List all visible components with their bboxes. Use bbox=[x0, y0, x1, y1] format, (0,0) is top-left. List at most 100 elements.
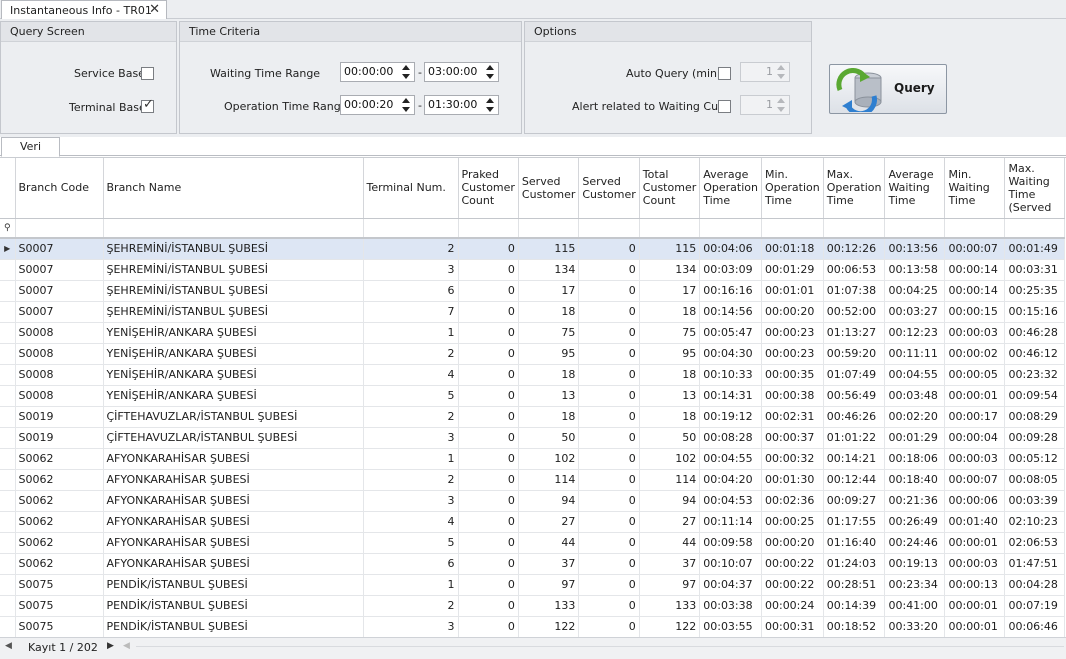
table-cell[interactable]: 37 bbox=[518, 553, 580, 575]
table-row[interactable]: S0075 PENDİK/İSTANBUL ŞUBESİ 2 0 133 0 133 00:0… bbox=[0, 595, 1066, 617]
table-cell[interactable]: 00:00:07 bbox=[944, 238, 1006, 260]
table-row[interactable]: S0062 AFYONKARAHİSAR ŞUBESİ 5 0 44 0 44 00:09:5… bbox=[0, 532, 1066, 554]
table-cell[interactable]: 00:04:28 bbox=[1004, 574, 1066, 596]
table-cell[interactable]: 00:00:03 bbox=[944, 448, 1006, 470]
table-cell[interactable]: S0075 bbox=[15, 616, 104, 637]
table-cell[interactable]: 00:13:58 bbox=[884, 259, 946, 281]
table-cell[interactable]: 01:13:27 bbox=[823, 322, 886, 344]
table-cell[interactable]: 94 bbox=[518, 490, 580, 512]
filter-cell[interactable] bbox=[518, 218, 580, 239]
table-cell[interactable]: 00:06:53 bbox=[823, 259, 886, 281]
table-cell[interactable]: PENDİK/İSTANBUL ŞUBESİ bbox=[103, 574, 364, 596]
table-cell[interactable]: 97 bbox=[518, 574, 580, 596]
table-cell[interactable]: 00:00:25 bbox=[761, 511, 824, 533]
table-cell[interactable]: 6 bbox=[363, 553, 459, 575]
table-cell[interactable]: 3 bbox=[363, 616, 459, 637]
table-cell[interactable]: 00:02:36 bbox=[761, 490, 824, 512]
table-cell[interactable]: 00:24:46 bbox=[884, 532, 946, 554]
table-row[interactable]: S0062 AFYONKARAHİSAR ŞUBESİ 3 0 94 0 94 00:04:5… bbox=[0, 490, 1066, 512]
table-cell[interactable]: 13 bbox=[639, 385, 701, 407]
filter-cell[interactable] bbox=[458, 218, 519, 239]
table-cell[interactable]: 1 bbox=[363, 574, 459, 596]
table-cell[interactable]: 00:06:46 bbox=[1004, 616, 1066, 637]
table-cell[interactable]: 134 bbox=[518, 259, 580, 281]
table-cell[interactable]: ÇİFTEHAVUZLAR/İSTANBUL ŞUBESİ bbox=[103, 427, 364, 449]
row-indicator[interactable] bbox=[0, 280, 16, 302]
table-cell[interactable]: 00:11:11 bbox=[884, 343, 946, 365]
column-header[interactable]: Branch Name bbox=[103, 158, 364, 219]
table-cell[interactable]: YENİŞEHİR/ANKARA ŞUBESİ bbox=[103, 322, 364, 344]
row-indicator[interactable] bbox=[0, 616, 16, 637]
table-cell[interactable]: 0 bbox=[578, 490, 640, 512]
table-cell[interactable]: 0 bbox=[578, 280, 640, 302]
column-header[interactable]: Average Waiting Time bbox=[884, 158, 946, 219]
table-cell[interactable]: 00:00:07 bbox=[944, 469, 1006, 491]
table-cell[interactable]: 00:00:24 bbox=[761, 595, 824, 617]
column-header[interactable]: Min. Waiting Time bbox=[944, 158, 1006, 219]
table-row[interactable]: S0062 AFYONKARAHİSAR ŞUBESİ 6 0 37 0 37 00:10:0… bbox=[0, 553, 1066, 575]
table-cell[interactable]: 00:52:00 bbox=[823, 301, 886, 323]
table-cell[interactable]: 00:00:20 bbox=[761, 301, 824, 323]
table-cell[interactable]: 00:00:02 bbox=[944, 343, 1006, 365]
row-indicator[interactable] bbox=[0, 364, 16, 386]
column-header[interactable]: Praked Customer Count bbox=[458, 158, 519, 219]
filter-cell[interactable] bbox=[578, 218, 640, 239]
table-cell[interactable]: 00:28:51 bbox=[823, 574, 886, 596]
table-cell[interactable]: 3 bbox=[363, 427, 459, 449]
table-cell[interactable]: 0 bbox=[458, 553, 519, 575]
tab-veri[interactable]: Veri bbox=[1, 137, 60, 157]
table-cell[interactable]: 122 bbox=[639, 616, 701, 637]
column-header[interactable]: Terminal Num. bbox=[363, 158, 459, 219]
table-cell[interactable]: 00:00:01 bbox=[944, 595, 1006, 617]
table-cell[interactable]: S0062 bbox=[15, 553, 104, 575]
table-cell[interactable]: 01:16:40 bbox=[823, 532, 886, 554]
table-cell[interactable]: 0 bbox=[458, 532, 519, 554]
table-cell[interactable]: 18 bbox=[639, 364, 701, 386]
table-cell[interactable]: S0075 bbox=[15, 595, 104, 617]
table-cell[interactable]: 94 bbox=[639, 490, 701, 512]
table-cell[interactable]: 00:00:13 bbox=[944, 574, 1006, 596]
table-cell[interactable]: 27 bbox=[639, 511, 701, 533]
table-row[interactable]: S0008 YENİŞEHİR/ANKARA ŞUBESİ 1 0 75 0 75 00:05… bbox=[0, 322, 1066, 344]
table-cell[interactable]: 01:24:03 bbox=[823, 553, 886, 575]
column-header[interactable]: Min. Operation Time bbox=[761, 158, 824, 219]
table-cell[interactable]: 00:12:26 bbox=[823, 238, 886, 260]
horizontal-scrollbar[interactable] bbox=[136, 646, 1064, 652]
table-cell[interactable]: S0007 bbox=[15, 238, 104, 260]
table-cell[interactable]: 00:00:05 bbox=[944, 364, 1006, 386]
table-cell[interactable]: 00:00:20 bbox=[761, 532, 824, 554]
table-cell[interactable]: 0 bbox=[458, 343, 519, 365]
table-cell[interactable]: 00:00:03 bbox=[944, 322, 1006, 344]
spin-arrows-icon[interactable] bbox=[485, 97, 496, 113]
table-cell[interactable]: 00:00:17 bbox=[944, 406, 1006, 428]
table-cell[interactable]: 00:00:22 bbox=[761, 553, 824, 575]
table-cell[interactable]: 00:03:55 bbox=[699, 616, 762, 637]
table-cell[interactable]: 0 bbox=[458, 469, 519, 491]
filter-icon[interactable]: ⚲ bbox=[0, 218, 16, 239]
table-cell[interactable]: S0075 bbox=[15, 574, 104, 596]
table-cell[interactable]: 2 bbox=[363, 406, 459, 428]
filter-cell[interactable] bbox=[15, 218, 104, 239]
table-cell[interactable]: 00:23:34 bbox=[884, 574, 946, 596]
table-cell[interactable]: 00:00:06 bbox=[944, 490, 1006, 512]
table-cell[interactable]: 00:09:27 bbox=[823, 490, 886, 512]
table-cell[interactable]: S0062 bbox=[15, 532, 104, 554]
table-cell[interactable]: 0 bbox=[458, 322, 519, 344]
table-cell[interactable]: S0008 bbox=[15, 364, 104, 386]
table-cell[interactable]: S0008 bbox=[15, 385, 104, 407]
table-cell[interactable]: 00:03:31 bbox=[1004, 259, 1066, 281]
table-cell[interactable]: 00:01:18 bbox=[761, 238, 824, 260]
table-cell[interactable]: 00:04:55 bbox=[884, 364, 946, 386]
row-indicator[interactable] bbox=[0, 511, 16, 533]
operation-time-to-input[interactable]: 01:30:00 bbox=[424, 95, 499, 115]
waiting-time-from-input[interactable]: 00:00:00 bbox=[340, 62, 415, 82]
table-cell[interactable]: ŞEHREMİNİ/İSTANBUL ŞUBESİ bbox=[103, 259, 364, 281]
table-cell[interactable]: 0 bbox=[458, 595, 519, 617]
filter-cell[interactable] bbox=[363, 218, 459, 239]
column-header[interactable]: Max. Waiting Time (Served bbox=[1004, 158, 1066, 219]
table-cell[interactable]: 00:10:07 bbox=[699, 553, 762, 575]
table-cell[interactable]: 00:00:23 bbox=[761, 343, 824, 365]
table-cell[interactable]: 00:01:30 bbox=[761, 469, 824, 491]
spin-arrows-icon[interactable] bbox=[485, 64, 496, 80]
table-cell[interactable]: 00:18:52 bbox=[823, 616, 886, 637]
